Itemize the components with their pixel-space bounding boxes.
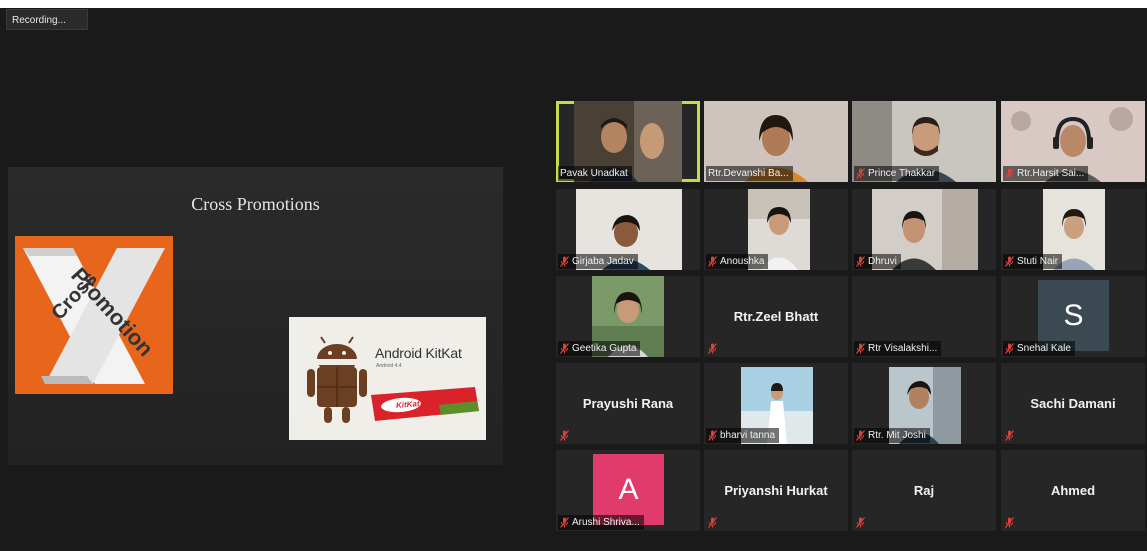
muted-mic-icon	[1005, 343, 1014, 354]
muted-mic-icon	[560, 430, 569, 441]
participant-tile-bharvi[interactable]: bharvi tanna	[704, 363, 848, 444]
participant-tile-pavak[interactable]: Pavak Unadkat	[556, 101, 700, 182]
participant-tile-dhruvi[interactable]: Dhruvi	[852, 189, 996, 270]
participant-name-label: Dhruvi	[854, 254, 901, 269]
participant-tile-visalakshi[interactable]: Rtr Visalakshi...	[852, 276, 996, 357]
muted-mic-icon	[856, 168, 865, 179]
participant-name-label: Arushi Shriva...	[558, 515, 644, 530]
participant-name-label: Rtr Visalakshi...	[854, 341, 942, 356]
participant-display-name: Prayushi Rana	[582, 396, 674, 411]
participant-tile-prince[interactable]: Prince Thakkar	[852, 101, 996, 182]
muted-mic-icon	[1005, 430, 1014, 441]
participant-tile-priyanshi[interactable]: Priyanshi Hurkat	[704, 450, 848, 531]
muted-mic-icon	[856, 343, 865, 354]
participant-tile-snehal[interactable]: S Snehal Kale	[1001, 276, 1145, 357]
participant-tile-devanshi[interactable]: Rtr.Devanshi Ba...	[704, 101, 848, 182]
participant-name-label: Snehal Kale	[1003, 341, 1075, 356]
muted-mic-icon	[856, 430, 865, 441]
participant-tile-prayushi[interactable]: Prayushi Rana	[556, 363, 700, 444]
muted-mic-icon	[856, 256, 865, 267]
muted-mic-icon	[1005, 256, 1014, 267]
muted-mic-icon	[560, 256, 569, 267]
participant-tile-arushi[interactable]: A Arushi Shriva...	[556, 450, 700, 531]
participant-display-name: Raj	[913, 483, 935, 498]
participant-name-label: bharvi tanna	[706, 428, 780, 443]
muted-mic-icon	[1005, 168, 1014, 179]
android-kitkat-image: Android KitKat Android 4.4 KitKat	[289, 317, 486, 440]
participant-tile-raj[interactable]: Raj	[852, 450, 996, 531]
muted-mic-icon	[560, 517, 569, 528]
participant-display-name: Sachi Damani	[1030, 396, 1116, 411]
participant-tile-ahmed[interactable]: Ahmed	[1001, 450, 1145, 531]
slide-title: Cross Promotions	[191, 194, 320, 214]
participant-display-name: Priyanshi Hurkat	[724, 483, 828, 498]
recording-indicator[interactable]: Recording...	[6, 9, 88, 30]
participant-name-label: Prince Thakkar	[854, 166, 940, 181]
participant-tile-harsit[interactable]: Rtr.Harsit Sai...	[1001, 101, 1145, 182]
cross-promotion-logo: Promotion Cross	[15, 236, 173, 394]
participant-name-label: Rtr.Devanshi Ba...	[706, 166, 793, 181]
participant-name-label: Girjaba Jadav	[558, 254, 638, 269]
participant-name-label: Rtr. Mit Joshi	[854, 428, 930, 443]
muted-mic-icon	[560, 343, 569, 354]
participant-name-label: Stuti Nair	[1003, 254, 1063, 269]
kitkat-title: Android KitKat	[375, 345, 462, 361]
participant-display-name: Rtr.Zeel Bhatt	[733, 309, 819, 324]
participant-display-name: Ahmed	[1050, 483, 1096, 498]
participant-tile-stuti[interactable]: Stuti Nair	[1001, 189, 1145, 270]
participant-tile-mit[interactable]: Rtr. Mit Joshi	[852, 363, 996, 444]
muted-mic-icon	[1005, 517, 1014, 528]
kitkat-subtitle: Android 4.4	[376, 363, 402, 369]
participant-tile-geetika[interactable]: Geetika Gupta	[556, 276, 700, 357]
shared-screen-slide: Cross Promotions Promotion Cross Android…	[8, 167, 503, 465]
participant-name-label: Geetika Gupta	[558, 341, 641, 356]
muted-mic-icon	[708, 256, 717, 267]
participant-tile-sachi[interactable]: Sachi Damani	[1001, 363, 1145, 444]
participant-tile-anoushka[interactable]: Anoushka	[704, 189, 848, 270]
participant-tile-girjaba[interactable]: Girjaba Jadav	[556, 189, 700, 270]
muted-mic-icon	[708, 430, 717, 441]
muted-mic-icon	[708, 517, 717, 528]
participant-tile-zeel[interactable]: Rtr.Zeel Bhatt	[704, 276, 848, 357]
participant-name-label: Anoushka	[706, 254, 769, 269]
participant-name-label: Rtr.Harsit Sai...	[1003, 166, 1089, 181]
muted-mic-icon	[708, 343, 717, 354]
muted-mic-icon	[856, 517, 865, 528]
participant-name-label: Pavak Unadkat	[558, 166, 632, 181]
top-bar	[0, 0, 1147, 8]
